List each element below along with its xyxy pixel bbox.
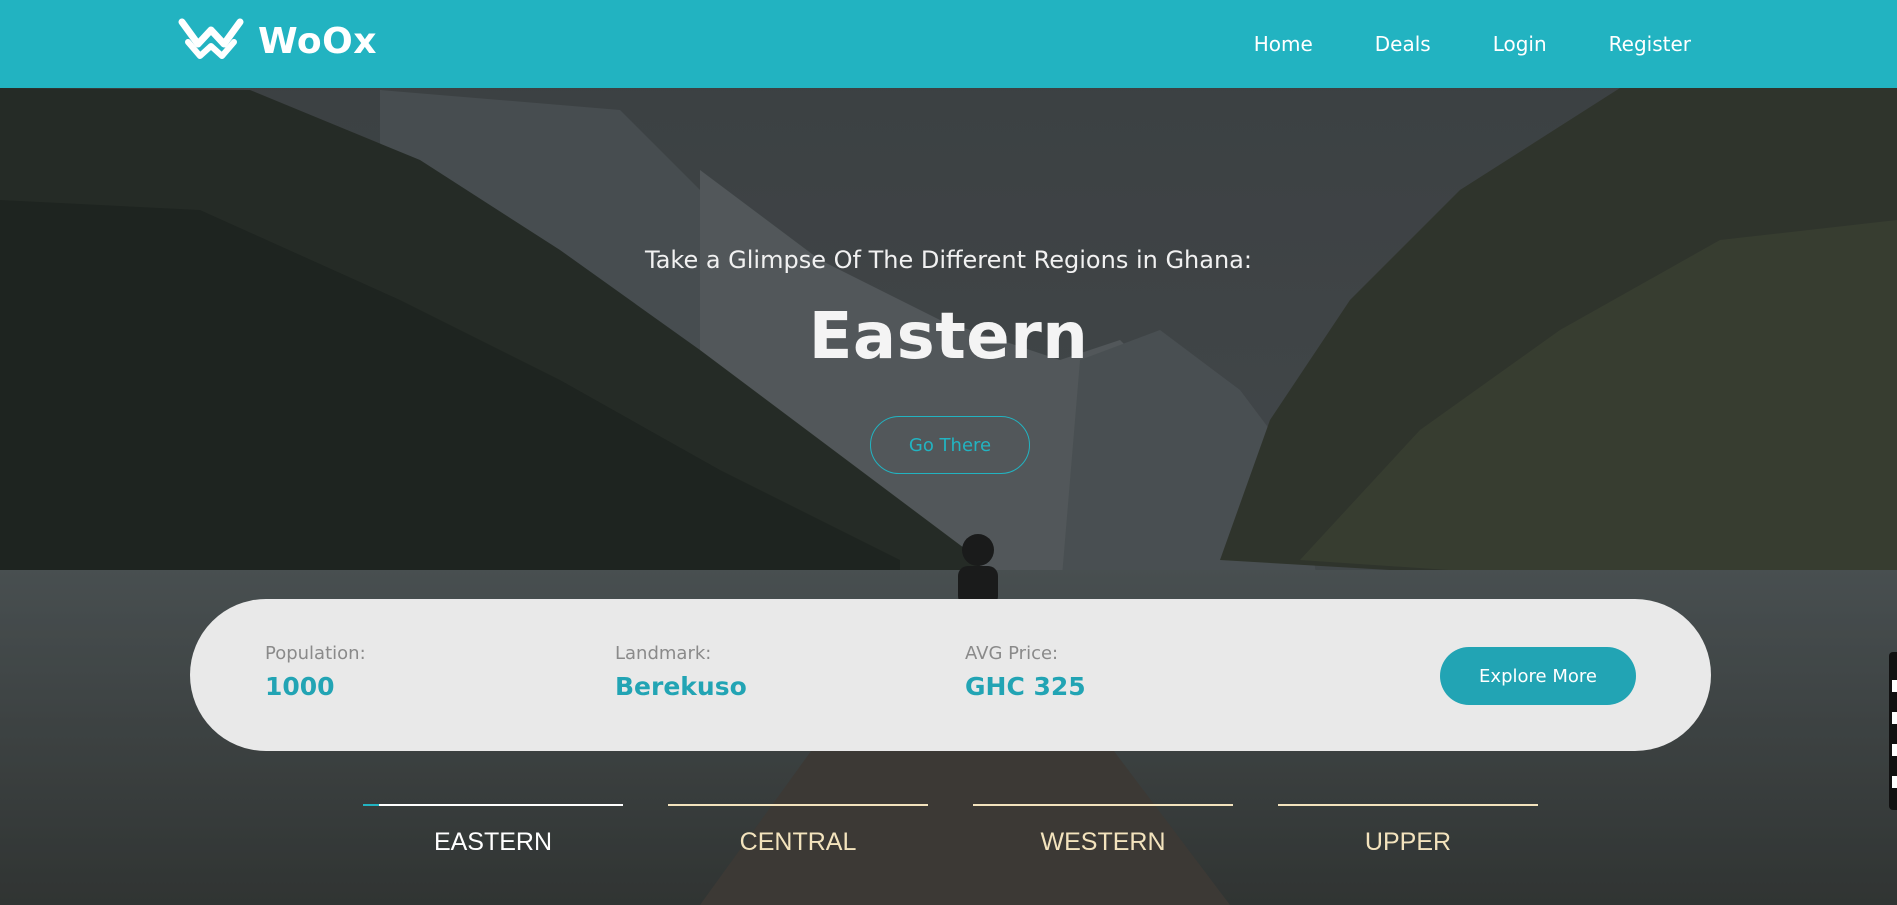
region-tab-eastern[interactable]: EASTERN <box>363 804 623 857</box>
main-nav: Home Deals Login Register <box>1254 0 1691 88</box>
tab-indicator-line <box>668 804 928 806</box>
logo-text: WoOx <box>258 20 377 62</box>
region-tab-label: WESTERN <box>1040 828 1166 856</box>
tab-progress-bar <box>363 804 379 806</box>
price-info: AVG Price: GHC 325 <box>965 643 1086 701</box>
price-label: AVG Price: <box>965 643 1059 664</box>
landmark-value: Berekuso <box>615 672 747 701</box>
tab-indicator-line <box>1278 804 1538 806</box>
region-tab-label: CENTRAL <box>739 828 857 856</box>
explore-more-button[interactable]: Explore More <box>1440 647 1636 705</box>
region-tab-upper[interactable]: UPPER <box>1278 804 1538 857</box>
tab-indicator-line <box>363 804 623 806</box>
population-label: Population: <box>265 643 366 664</box>
logo[interactable]: WoOx <box>178 18 377 64</box>
page: WoOx Home Deals Login Register Take a Gl… <box>0 0 1897 905</box>
nav-link-home[interactable]: Home <box>1254 32 1313 56</box>
nav-link-login[interactable]: Login <box>1493 32 1547 56</box>
hero-subtitle: Take a Glimpse Of The Different Regions … <box>645 246 1252 274</box>
landmark-label: Landmark: <box>615 643 712 664</box>
nav-link-register[interactable]: Register <box>1609 32 1691 56</box>
side-widget-icon <box>1892 744 1897 756</box>
population-value: 1000 <box>265 672 335 701</box>
hero-title: Eastern <box>808 300 1089 374</box>
side-widget-icon <box>1892 680 1897 692</box>
side-floating-widget[interactable] <box>1889 652 1897 810</box>
region-tab-central[interactable]: CENTRAL <box>668 804 928 857</box>
population-info: Population: 1000 <box>265 643 366 701</box>
price-value: GHC 325 <box>965 672 1086 701</box>
region-tab-label: EASTERN <box>433 828 553 856</box>
region-info-card: Population: 1000 Landmark: Berekuso AVG … <box>190 599 1711 751</box>
logo-icon <box>178 16 244 66</box>
nav-link-deals[interactable]: Deals <box>1375 32 1431 56</box>
go-there-button[interactable]: Go There <box>870 416 1030 474</box>
region-tab-western[interactable]: WESTERN <box>973 804 1233 857</box>
side-widget-icon <box>1892 776 1897 788</box>
top-navbar: WoOx Home Deals Login Register <box>0 0 1897 88</box>
region-tab-label: UPPER <box>1364 828 1452 856</box>
landmark-info: Landmark: Berekuso <box>615 643 747 701</box>
side-widget-icon <box>1892 712 1897 724</box>
tab-indicator-line <box>973 804 1233 806</box>
